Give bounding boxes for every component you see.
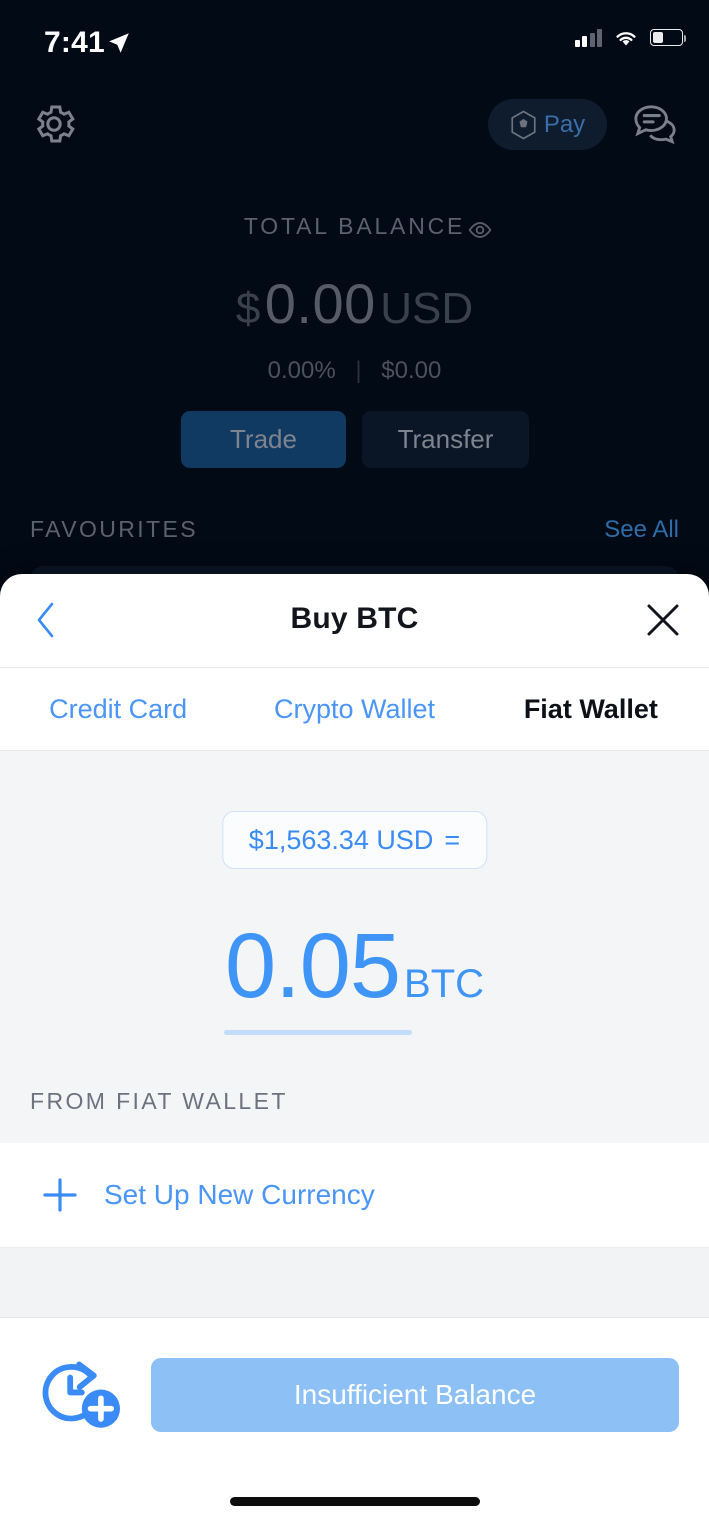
gear-icon[interactable] <box>30 100 78 148</box>
balance-change-percent: 0.00% <box>267 357 336 384</box>
buy-btc-sheet: Buy BTC Credit Card Crypto Wallet Fiat W… <box>0 574 709 1536</box>
balance-change: 0.00% | $0.00 <box>0 357 709 385</box>
fiat-amount-value: $1,563.34 USD <box>248 824 434 855</box>
pay-label: Pay <box>543 110 586 138</box>
home-indicator <box>229 1497 480 1506</box>
sheet-bottom-bar: Insufficient Balance <box>0 1317 709 1531</box>
status-bar: 7:41 <box>0 0 709 78</box>
cellular-signal-icon <box>574 28 602 47</box>
status-bar-indicators <box>574 28 687 47</box>
crypto-com-logo-icon <box>511 110 536 139</box>
balance-change-value: $0.00 <box>381 357 442 384</box>
sheet-title: Buy BTC <box>290 602 419 635</box>
payment-method-tabs: Credit Card Crypto Wallet Fiat Wallet <box>0 668 709 750</box>
fiat-amount-pill[interactable]: $1,563.34 USD = <box>221 811 488 869</box>
close-button[interactable] <box>639 596 687 644</box>
set-up-new-currency-label: Set Up New Currency <box>104 1179 375 1210</box>
crypto-amount-underline <box>224 1030 412 1035</box>
crypto-amount-unit: BTC <box>404 962 485 1006</box>
favourites-see-all-link[interactable]: See All <box>604 516 679 544</box>
location-arrow-icon <box>109 33 129 53</box>
balance-currency-symbol: $ <box>235 284 261 333</box>
plus-icon <box>38 1173 82 1217</box>
sheet-filler-band <box>0 1247 709 1317</box>
set-up-new-currency-row[interactable]: Set Up New Currency <box>0 1143 709 1247</box>
from-fiat-wallet-label: FROM FIAT WALLET <box>30 1088 288 1114</box>
eye-icon[interactable] <box>467 217 493 243</box>
tab-fiat-wallet[interactable]: Fiat Wallet <box>473 668 709 750</box>
balance-currency-code: USD <box>380 284 474 333</box>
wifi-icon <box>616 32 636 46</box>
total-balance-amount: $ 0.00 USD <box>0 271 709 336</box>
chat-bubbles-icon[interactable] <box>630 101 680 147</box>
insufficient-balance-button[interactable]: Insufficient Balance <box>151 1358 679 1432</box>
close-x-icon <box>647 604 679 636</box>
recurring-buy-clock-plus-icon[interactable] <box>34 1355 126 1435</box>
balance-value: 0.00 <box>264 272 376 335</box>
transfer-button[interactable]: Transfer <box>362 411 529 468</box>
tab-credit-card[interactable]: Credit Card <box>0 668 236 750</box>
trade-button[interactable]: Trade <box>181 411 346 468</box>
equals-icon: = <box>444 824 461 855</box>
status-bar-time: 7:41 <box>44 26 105 59</box>
tab-crypto-wallet[interactable]: Crypto Wallet <box>236 668 472 750</box>
pay-button[interactable]: Pay <box>488 99 607 150</box>
favourites-title: FAVOURITES <box>30 516 198 542</box>
sheet-header: Buy BTC <box>0 574 709 667</box>
balance-change-separator: | <box>355 357 362 384</box>
amount-entry-area: $1,563.34 USD = 0.05 BTC FROM FIAT WALLE… <box>0 750 709 1143</box>
crypto-amount-row[interactable]: 0.05 BTC <box>0 920 709 1012</box>
total-balance-label: TOTAL BALANCE <box>243 213 466 239</box>
battery-icon <box>650 29 687 46</box>
crypto-amount-value: 0.05 <box>224 915 401 1017</box>
